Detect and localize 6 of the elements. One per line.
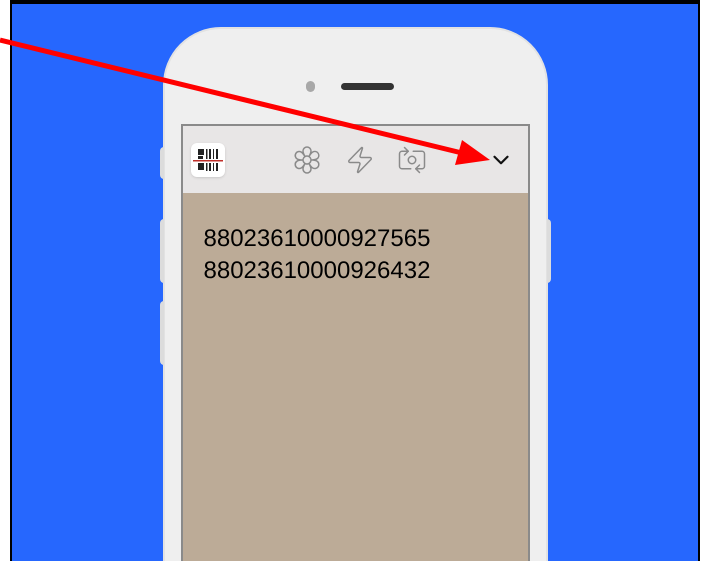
barcode-number: 88023610000927565 <box>204 224 432 254</box>
barcode-number: 88023610000926432 <box>204 256 432 286</box>
phone-camera <box>306 81 315 92</box>
barcode-app-icon[interactable] <box>190 142 224 176</box>
switch-camera-icon[interactable] <box>396 144 426 174</box>
phone-speaker <box>341 83 394 90</box>
